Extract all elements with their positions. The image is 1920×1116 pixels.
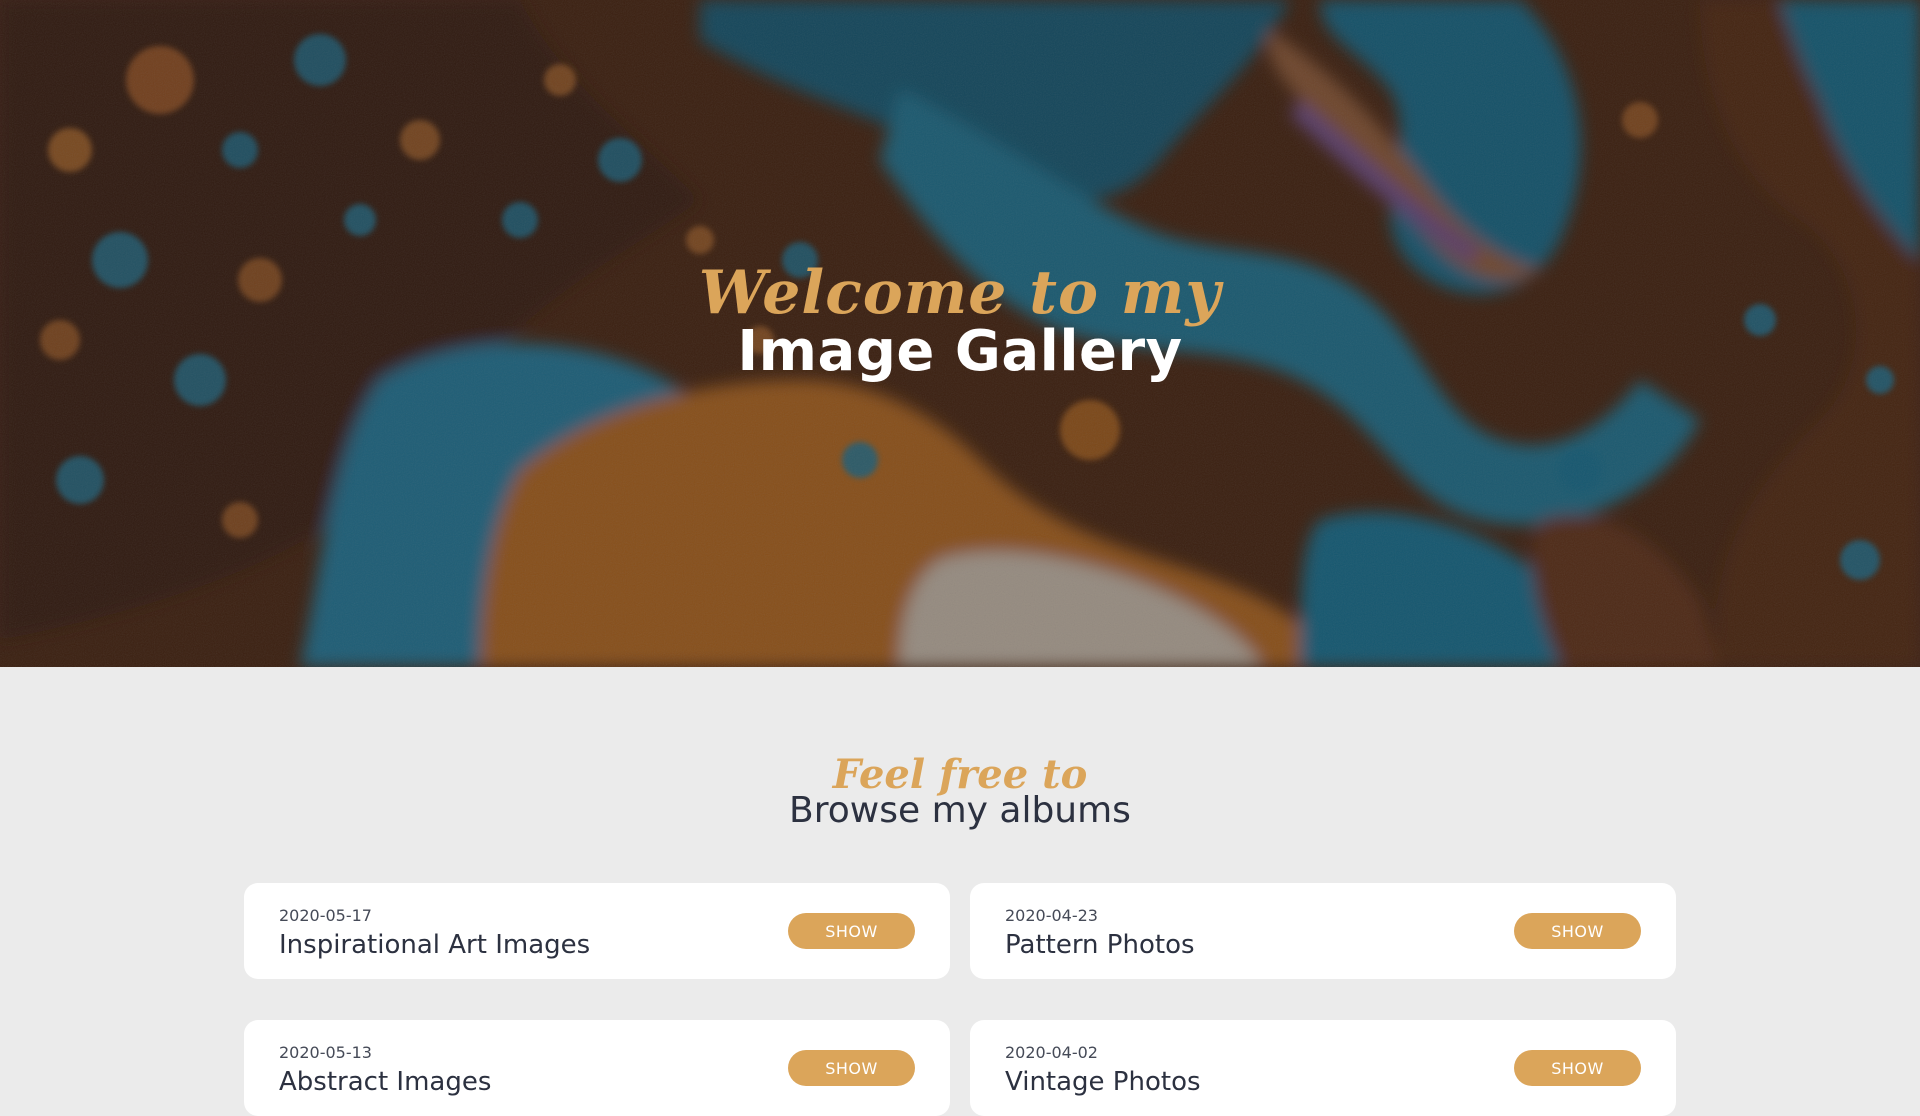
album-card: 2020-04-23 Pattern Photos SHOW [970, 883, 1676, 979]
show-album-button[interactable]: SHOW [788, 913, 915, 949]
album-card: 2020-05-13 Abstract Images SHOW [244, 1020, 950, 1116]
album-date: 2020-05-17 [279, 906, 372, 925]
album-title: Inspirational Art Images [279, 930, 591, 960]
show-album-button[interactable]: SHOW [788, 1050, 915, 1086]
album-date: 2020-04-02 [1005, 1043, 1098, 1062]
show-album-button[interactable]: SHOW [1514, 1050, 1641, 1086]
album-date: 2020-04-23 [1005, 906, 1098, 925]
album-title: Pattern Photos [1005, 930, 1195, 960]
browse-title: Browse my albums [789, 790, 1131, 831]
show-album-button[interactable]: SHOW [1514, 913, 1641, 949]
album-title: Abstract Images [279, 1067, 492, 1097]
album-card: 2020-05-17 Inspirational Art Images SHOW [244, 883, 950, 979]
hero-banner: Welcome to my Image Gallery [0, 0, 1920, 667]
hero-script-text: Welcome to my [698, 258, 1222, 328]
album-date: 2020-05-13 [279, 1043, 372, 1062]
album-title: Vintage Photos [1005, 1067, 1201, 1097]
hero-heading: Welcome to my Image Gallery [0, 258, 1920, 382]
album-card: 2020-04-02 Vintage Photos SHOW [970, 1020, 1676, 1116]
browse-heading: Feel free to Browse my albums [0, 752, 1920, 832]
hero-title: Image Gallery [737, 319, 1183, 384]
